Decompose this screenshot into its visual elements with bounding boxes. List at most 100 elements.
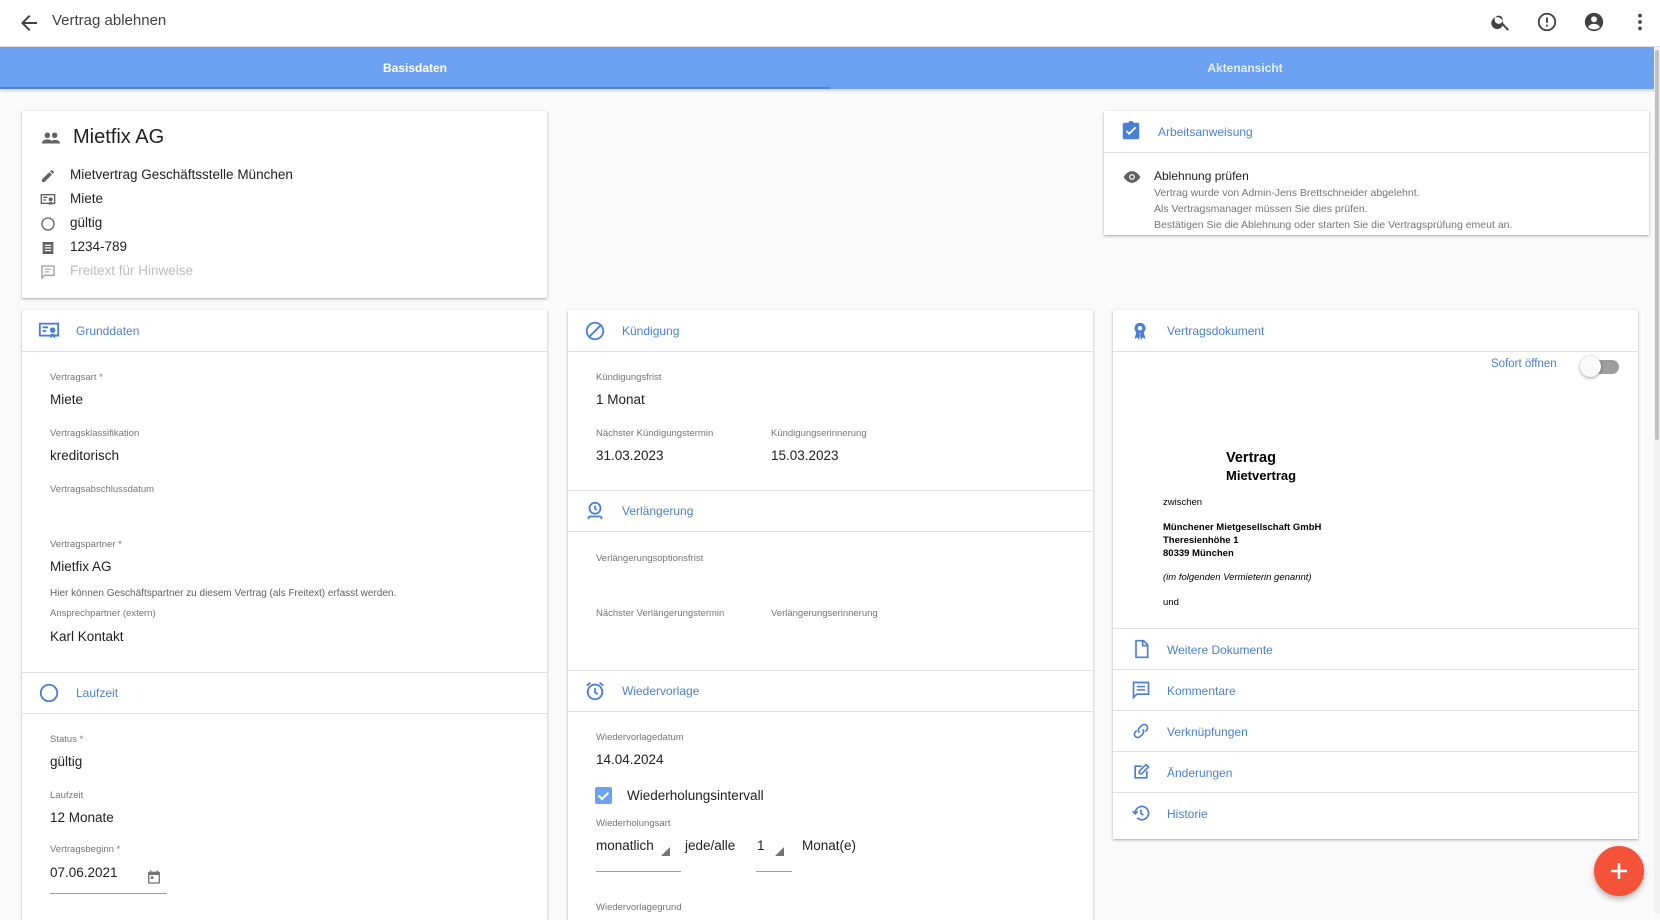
- jede-alle-label: jede/alle: [685, 838, 736, 853]
- contract-title: Mietvertrag Geschäftsstelle München: [70, 167, 293, 182]
- section-title: Wiedervorlage: [622, 684, 700, 698]
- dropdown-arrow-icon[interactable]: [661, 847, 670, 856]
- abschlussdatum-field[interactable]: Vertragsabschlussdatum: [50, 484, 154, 495]
- ansprechpartner-field[interactable]: Karl Kontakt: [50, 629, 124, 644]
- wiederholungsart-select[interactable]: monatlich: [596, 838, 654, 853]
- comment-icon: [40, 264, 56, 280]
- aenderungen-link[interactable]: Änderungen: [1113, 751, 1638, 792]
- wiedervorlagedatum-field[interactable]: 14.04.2024: [596, 752, 664, 767]
- field-hint: Hier können Geschäftspartner zu diesem V…: [50, 588, 397, 599]
- contract-type-icon: [38, 320, 60, 342]
- input-underline: [50, 893, 167, 894]
- laufzeit-field[interactable]: 12 Monate: [50, 810, 114, 825]
- verlaengerungsoptionsfrist-field[interactable]: Verlängerungsoptionsfrist: [596, 553, 703, 564]
- toggle-knob[interactable]: [1580, 356, 1601, 377]
- verknuepfungen-link[interactable]: Verknüpfungen: [1113, 710, 1638, 751]
- historie-link[interactable]: Historie: [1113, 792, 1638, 833]
- field-label: Nächster Kündigungstermin: [596, 428, 714, 439]
- input-underline: [756, 871, 792, 872]
- field-label: Vertragsklassifikation: [50, 428, 140, 439]
- tab-aktenansicht[interactable]: Aktenansicht: [830, 47, 1660, 89]
- preview-text: Münchener Mietgesellschaft GmbH: [1163, 522, 1322, 533]
- verlaengerung-header: Verlängerung: [568, 490, 1093, 532]
- preview-heading: Vertrag: [1226, 450, 1276, 466]
- notes-placeholder[interactable]: Freitext für Hinweise: [70, 263, 193, 278]
- section-title: Kündigung: [622, 324, 680, 338]
- vertragsdokument-card: Vertragsdokument Sofort öffnen Vertrag M…: [1113, 310, 1638, 839]
- contract-type: Miete: [70, 191, 104, 206]
- alert-icon[interactable]: [1536, 11, 1558, 33]
- vertragspartner-field[interactable]: Mietfix AG: [50, 559, 112, 574]
- field-label: Kündigungsfrist: [596, 372, 662, 383]
- field-label: Wiederholungsart: [596, 818, 671, 829]
- anzahl-select[interactable]: 1: [757, 838, 765, 853]
- page-title: Vertrag ablehnen: [52, 12, 167, 29]
- field-label: Ansprechpartner (extern): [50, 608, 156, 619]
- status-field[interactable]: gültig: [50, 754, 82, 769]
- weitere-dokumente-link[interactable]: Weitere Dokumente: [1113, 628, 1638, 669]
- section-title: Vertragsdokument: [1167, 324, 1265, 338]
- preview-text: zwischen: [1163, 497, 1203, 508]
- kuendigungserinnerung-field[interactable]: 15.03.2023: [771, 448, 839, 463]
- app-bar: Vertrag ablehnen: [0, 0, 1660, 47]
- account-icon[interactable]: [1583, 11, 1605, 33]
- kuendigungsfrist-field[interactable]: 1 Monat: [596, 392, 645, 407]
- link-label: Kommentare: [1167, 684, 1236, 698]
- award-icon: [1129, 320, 1151, 342]
- wiedervorlagegrund-field[interactable]: Wiedervorlagegrund: [596, 902, 682, 913]
- plus-icon: [1611, 863, 1627, 879]
- sofort-oeffnen-label: Sofort öffnen: [1491, 358, 1557, 370]
- verlaengerungserinnerung-field[interactable]: Verlängerungserinnerung: [771, 608, 878, 619]
- task-title: Ablehnung prüfen: [1154, 169, 1249, 183]
- kuendigungstermin-field[interactable]: 31.03.2023: [596, 448, 664, 463]
- intervall-label: Wiederholungsintervall: [627, 788, 764, 803]
- clipboard-check-icon: [1120, 120, 1142, 142]
- search-icon[interactable]: [1490, 11, 1512, 33]
- document-preview[interactable]: Vertrag Mietvertrag zwischen Münchener M…: [1153, 450, 1453, 630]
- kommentare-link[interactable]: Kommentare: [1113, 669, 1638, 710]
- more-vert-icon[interactable]: [1629, 11, 1651, 33]
- field-label: Vertragspartner *: [50, 539, 122, 550]
- instruction-line: Als Vertragsmanager müssen Sie dies prüf…: [1154, 203, 1368, 215]
- link-label: Verknüpfungen: [1167, 725, 1248, 739]
- laufzeit-header: Laufzeit: [22, 672, 547, 714]
- contract-number: 1234-789: [70, 239, 128, 254]
- intervall-checkbox[interactable]: [595, 787, 612, 804]
- status-icon: [38, 682, 60, 704]
- grunddaten-header: Grunddaten: [22, 310, 547, 352]
- tab-basisdaten[interactable]: Basisdaten: [0, 47, 830, 89]
- people-icon: [40, 127, 62, 149]
- history-icon: [1131, 803, 1151, 823]
- scrollbar-thumb[interactable]: [1655, 50, 1659, 440]
- instruction-header: Arbeitsanweisung: [1104, 111, 1649, 153]
- link-icon: [1131, 721, 1151, 741]
- einheit-label: Monat(e): [802, 838, 857, 853]
- instruction-line: Vertrag wurde von Admin-Jens Brettschnei…: [1154, 187, 1420, 199]
- dropdown-arrow-icon[interactable]: [775, 847, 784, 856]
- vertragsart-field[interactable]: Miete: [50, 392, 83, 407]
- dokument-header: Vertragsdokument: [1113, 310, 1638, 352]
- eye-icon: [1122, 169, 1142, 185]
- vertragsbeginn-field[interactable]: 07.06.2021: [50, 865, 118, 880]
- verlaengerungstermin-field[interactable]: Nächster Verlängerungstermin: [596, 608, 724, 619]
- preview-text: Theresienhöhe 1: [1163, 535, 1239, 546]
- calendar-icon[interactable]: [146, 869, 162, 885]
- field-label: Vertragsart *: [50, 372, 103, 383]
- partner-name: Mietfix AG: [73, 126, 165, 148]
- preview-text: 80339 München: [1163, 548, 1234, 559]
- preview-text: (im folgenden Vermieterin genannt): [1163, 572, 1312, 583]
- link-label: Weitere Dokumente: [1167, 643, 1273, 657]
- back-arrow-icon[interactable]: [17, 11, 41, 35]
- section-title: Laufzeit: [76, 686, 119, 700]
- active-tab-indicator: [0, 87, 830, 89]
- block-icon: [584, 320, 606, 342]
- comment-icon: [1131, 680, 1151, 700]
- section-title: Grunddaten: [76, 324, 140, 338]
- add-fab-button[interactable]: [1594, 846, 1644, 896]
- number-icon: [40, 240, 56, 256]
- link-label: Änderungen: [1167, 766, 1233, 780]
- preview-text: und: [1163, 597, 1179, 608]
- renew-alarm-icon: [584, 500, 606, 522]
- field-label: Laufzeit: [50, 790, 84, 801]
- klassifikation-field[interactable]: kreditorisch: [50, 448, 119, 463]
